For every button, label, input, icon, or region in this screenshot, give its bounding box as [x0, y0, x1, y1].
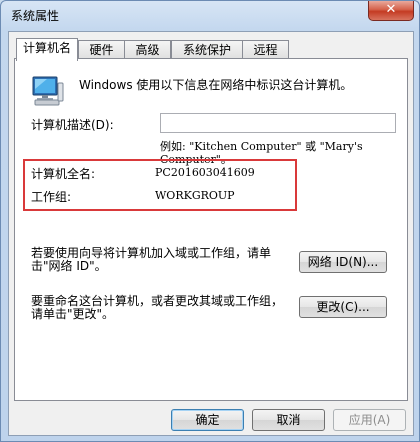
tab-advanced[interactable]: 高级 — [124, 40, 171, 60]
network-id-button[interactable]: 网络 ID(N)... — [299, 251, 387, 273]
network-id-text: 若要使用向导将计算机加入域或工作组，请单 击"网络 ID"。 — [31, 247, 291, 273]
cancel-button[interactable]: 取消 — [252, 409, 325, 431]
workgroup-value: WORKGROUP — [155, 189, 235, 202]
close-button[interactable]: ✕ — [368, 1, 414, 21]
title-bar[interactable]: 系统属性 ✕ — [1, 1, 419, 29]
workgroup-label: 工作组: — [31, 190, 72, 204]
intro-text: Windows 使用以下信息在网络中标识这台计算机。 — [79, 78, 353, 92]
tab-remote[interactable]: 远程 — [242, 40, 289, 60]
example-line-1: 例如: "Kitchen Computer" 或 "Mary's — [160, 140, 363, 153]
window-title: 系统属性 — [11, 9, 60, 23]
description-label: 计算机描述(D): — [31, 118, 114, 132]
computer-name-panel: Windows 使用以下信息在网络中标识这台计算机。 计算机描述(D): 例如:… — [14, 58, 408, 401]
change-button[interactable]: 更改(C)... — [299, 296, 387, 318]
ok-button[interactable]: 确定 — [171, 409, 244, 431]
full-name-label: 计算机全名: — [31, 167, 96, 181]
full-name-value: PC201603041609 — [155, 166, 255, 179]
tab-hardware[interactable]: 硬件 — [78, 40, 125, 60]
computer-icon — [32, 76, 64, 106]
system-properties-window: 系统属性 ✕ 计算机名 硬件 高级 系统保护 远程 Windows 使用以下信息… — [0, 0, 420, 442]
tab-system-protection[interactable]: 系统保护 — [171, 40, 243, 60]
network-id-text-line-2: 击"网络 ID"。 — [31, 259, 107, 273]
tab-computer-name[interactable]: 计算机名 — [16, 38, 78, 61]
computer-description-input[interactable] — [160, 113, 396, 133]
rename-text: 要重命名这台计算机，或者更改其域或工作组， 请单击"更改"。 — [31, 295, 291, 321]
rename-text-line-2: 请单击"更改"。 — [31, 307, 115, 321]
dialog-body: 计算机名 硬件 高级 系统保护 远程 Windows 使用以下信息在网络中标识这… — [8, 31, 414, 436]
apply-button[interactable]: 应用(A) — [333, 409, 406, 431]
